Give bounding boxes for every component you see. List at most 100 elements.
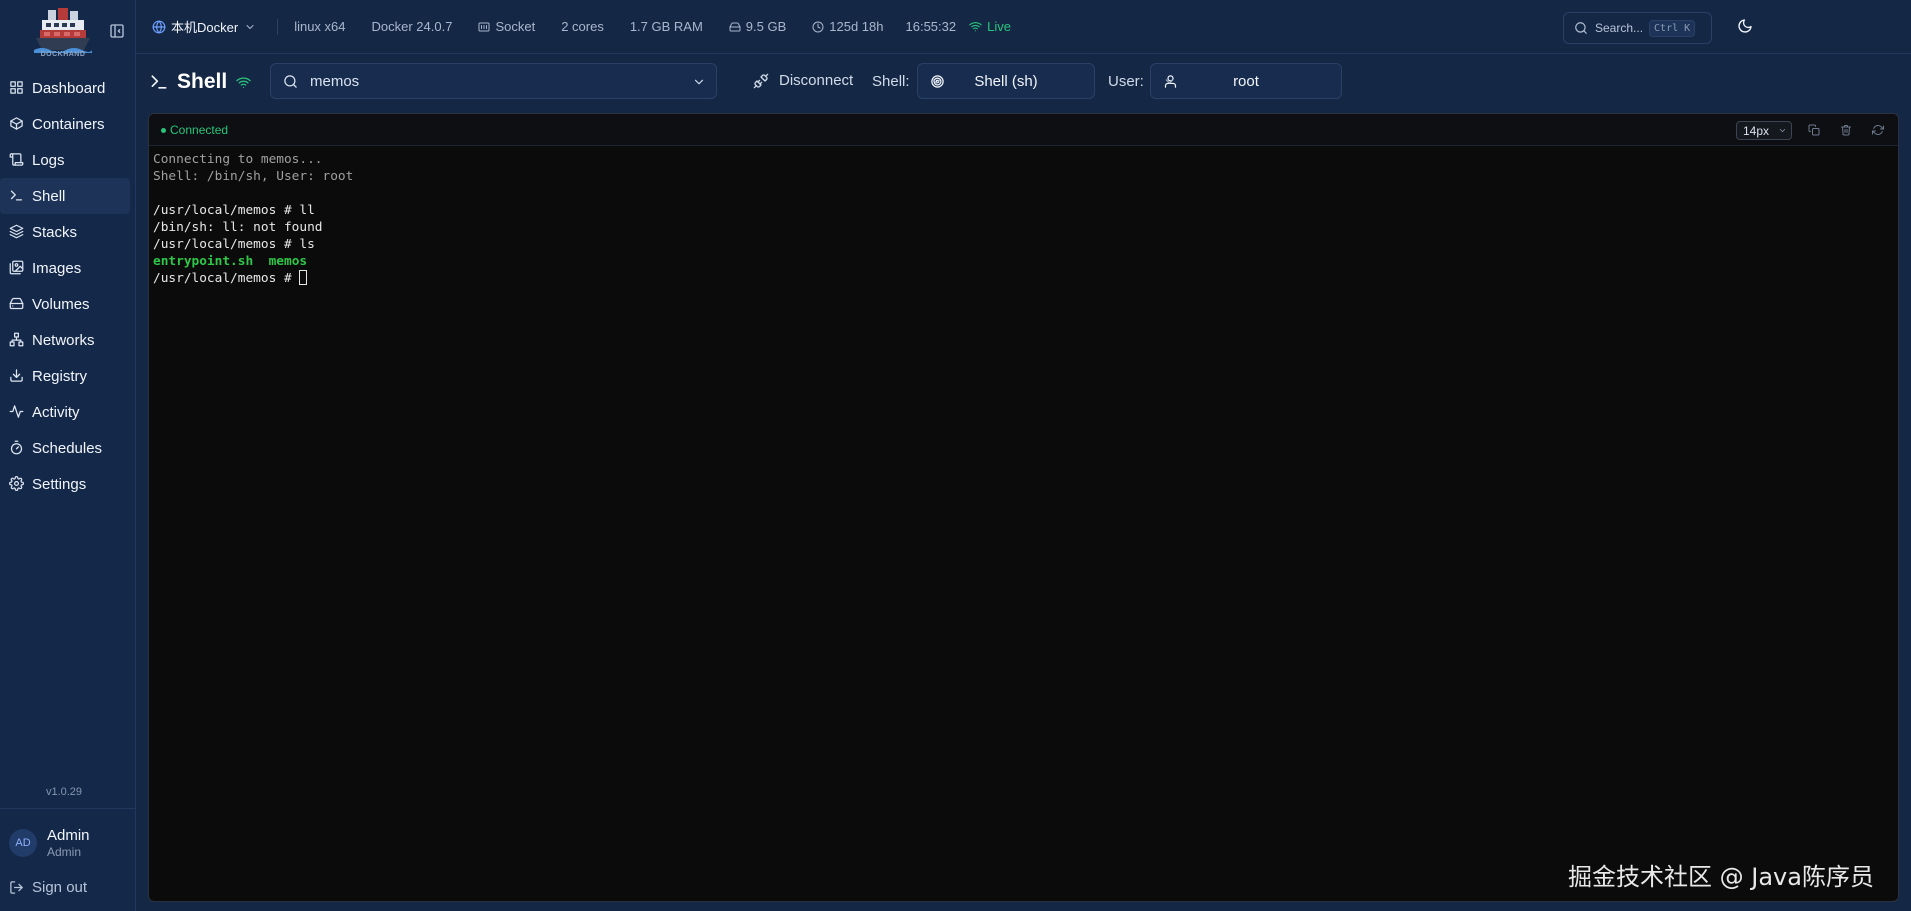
sidebar-item-label: Logs bbox=[32, 151, 65, 169]
chevron-down-icon bbox=[930, 75, 1082, 88]
search-placeholder: Search... bbox=[1595, 21, 1644, 35]
sidebar-item-label: Volumes bbox=[32, 295, 90, 313]
sidebar-item-label: Dashboard bbox=[32, 79, 106, 97]
sidebar-collapse-icon[interactable] bbox=[108, 22, 126, 40]
sidebar-item-images[interactable]: Images bbox=[0, 250, 130, 286]
sidebar-item-stacks[interactable]: Stacks bbox=[0, 214, 130, 250]
activity-icon bbox=[9, 404, 25, 420]
logo-text: DOCKHAND bbox=[40, 51, 86, 58]
dashboard-icon bbox=[9, 80, 25, 96]
clock-icon bbox=[812, 21, 824, 33]
terminal-line: Connecting to memos... bbox=[153, 152, 323, 167]
search-icon bbox=[283, 74, 298, 89]
trash-icon[interactable] bbox=[1840, 124, 1852, 136]
connection-status-label: Connected bbox=[170, 123, 229, 137]
globe-icon bbox=[152, 20, 166, 34]
sidebar-item-label: Activity bbox=[32, 403, 80, 421]
copy-icon[interactable] bbox=[1808, 124, 1820, 136]
sidebar-item-registry[interactable]: Registry bbox=[0, 358, 130, 394]
chevron-down-icon bbox=[244, 21, 256, 33]
divider bbox=[277, 18, 279, 35]
wifi-icon bbox=[236, 75, 251, 90]
terminal-line: entrypoint.sh memos bbox=[153, 253, 353, 270]
user-role: Admin bbox=[47, 845, 82, 859]
sidebar-item-volumes[interactable]: Volumes bbox=[0, 286, 130, 322]
logo-area: DOCKHAND bbox=[0, 0, 136, 64]
sign-out-button[interactable]: Sign out bbox=[9, 879, 87, 896]
terminal-icon bbox=[149, 72, 169, 92]
environment-name: 本机Docker bbox=[171, 20, 239, 35]
refresh-icon[interactable] bbox=[1872, 124, 1884, 136]
moon-icon[interactable] bbox=[1737, 18, 1753, 34]
container-value: memos bbox=[310, 72, 360, 90]
time-label: 16:55:32 bbox=[905, 19, 957, 34]
shell-type-label: Shell: bbox=[872, 73, 910, 90]
shell-type-select[interactable]: Shell (sh) bbox=[917, 63, 1095, 99]
box-icon bbox=[9, 116, 25, 132]
os-info: linux x64 bbox=[294, 19, 345, 34]
sidebar-item-logs[interactable]: Logs bbox=[0, 142, 130, 178]
layers-icon bbox=[9, 224, 25, 240]
font-size-select[interactable]: 14px bbox=[1736, 121, 1792, 140]
uptime-info: 125d 18h bbox=[812, 19, 884, 34]
page-title-text: Shell bbox=[177, 70, 228, 93]
terminal-line: /usr/local/memos # ls bbox=[153, 237, 315, 252]
live-indicator: Live bbox=[964, 19, 1011, 34]
hard-drive-icon bbox=[9, 296, 25, 312]
disk-info: 9.5 GB bbox=[729, 19, 786, 34]
wifi-icon bbox=[969, 20, 982, 33]
sidebar-item-label: Stacks bbox=[32, 223, 78, 241]
terminal-output[interactable]: Connecting to memos... Shell: /bin/sh, Us… bbox=[153, 151, 353, 287]
file-entry: memos bbox=[268, 254, 308, 269]
terminal-prompt: /usr/local/memos # bbox=[153, 271, 300, 286]
scroll-icon bbox=[9, 152, 25, 168]
app-version: v1.0.29 bbox=[45, 786, 83, 798]
terminal-panel[interactable]: Connected 14px Connecting to memos... She… bbox=[148, 113, 1899, 902]
terminal-toolbar: Connected 14px bbox=[149, 114, 1898, 146]
terminal-line: Shell: /bin/sh, User: root bbox=[153, 169, 354, 184]
sidebar-item-schedules[interactable]: Schedules bbox=[0, 430, 130, 466]
log-out-icon bbox=[9, 880, 24, 895]
sidebar: DOCKHAND Dashboard Containers Logs Shell… bbox=[0, 0, 136, 911]
sidebar-item-networks[interactable]: Networks bbox=[0, 322, 130, 358]
sidebar-item-shell[interactable]: Shell bbox=[0, 178, 130, 214]
network-icon bbox=[9, 332, 25, 348]
ram-info: 1.7 GB RAM bbox=[630, 19, 703, 34]
sidebar-item-activity[interactable]: Activity bbox=[0, 394, 130, 430]
sidebar-item-label: Schedules bbox=[32, 439, 103, 457]
gear-icon bbox=[9, 476, 25, 492]
disconnect-label: Disconnect bbox=[779, 72, 854, 89]
docker-version-label: Docker 24.0.7 bbox=[371, 19, 453, 34]
sidebar-item-settings[interactable]: Settings bbox=[0, 466, 130, 502]
sign-out-label: Sign out bbox=[32, 879, 88, 896]
terminal-prompt-line: /usr/local/memos # bbox=[153, 270, 353, 287]
user-select[interactable]: root bbox=[1150, 63, 1342, 99]
disconnect-button[interactable]: Disconnect bbox=[743, 72, 853, 89]
font-size-value: 14px bbox=[1743, 123, 1770, 138]
user-name: Admin bbox=[47, 827, 90, 844]
environment-selector[interactable]: 本机Docker bbox=[152, 17, 261, 36]
avatar[interactable]: AD bbox=[9, 829, 37, 857]
timer-icon bbox=[9, 440, 25, 456]
sidebar-nav: Dashboard Containers Logs Shell Stacks I… bbox=[0, 70, 136, 502]
sidebar-item-containers[interactable]: Containers bbox=[0, 106, 130, 142]
unplug-icon bbox=[753, 73, 769, 89]
terminal-line: /bin/sh: ll: not found bbox=[153, 220, 323, 235]
disk-label: 9.5 GB bbox=[745, 19, 787, 34]
connection-status: Connected bbox=[161, 123, 228, 137]
sidebar-item-label: Settings bbox=[32, 475, 87, 493]
page-title: Shell bbox=[149, 70, 251, 94]
connection-type: Socket bbox=[478, 19, 535, 34]
container-select[interactable]: memos bbox=[270, 63, 717, 99]
ram-label: 1.7 GB RAM bbox=[629, 19, 703, 34]
os-label: linux x64 bbox=[294, 19, 346, 34]
download-icon bbox=[9, 368, 25, 384]
sidebar-item-dashboard[interactable]: Dashboard bbox=[0, 70, 130, 106]
file-entry: entrypoint.sh bbox=[153, 254, 254, 269]
chevron-down-icon bbox=[1163, 75, 1329, 88]
global-search[interactable]: Search... Ctrl K bbox=[1563, 12, 1712, 44]
terminal-cursor bbox=[299, 270, 308, 285]
search-shortcut: Ctrl K bbox=[1649, 19, 1696, 37]
connection-label: Socket bbox=[495, 19, 536, 34]
